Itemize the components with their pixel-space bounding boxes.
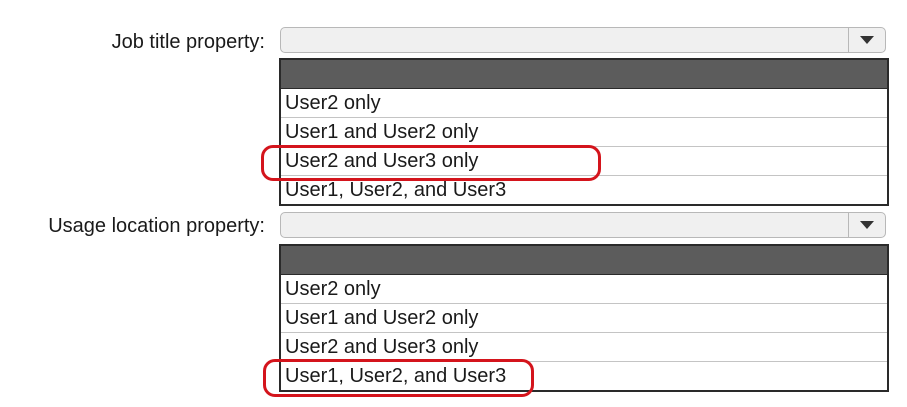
job-title-select[interactable] <box>280 27 886 53</box>
usage-location-select[interactable] <box>280 212 886 238</box>
chevron-down-icon[interactable] <box>848 28 885 52</box>
option-user2-user3-only[interactable]: User2 and User3 only <box>281 147 887 176</box>
usage-location-label: Usage location property: <box>48 215 265 237</box>
option-user1-user2-only[interactable]: User1 and User2 only <box>281 118 887 147</box>
chevron-down-icon[interactable] <box>848 213 885 237</box>
option-user2-user3-only[interactable]: User2 and User3 only <box>281 333 887 362</box>
option-user1-user2-user3[interactable]: User1, User2, and User3 <box>281 362 887 390</box>
job-title-label: Job title property: <box>111 31 265 53</box>
usage-location-options: User2 only User1 and User2 only User2 an… <box>279 244 889 392</box>
option-user2-only[interactable]: User2 only <box>281 89 887 118</box>
job-title-options: User2 only User1 and User2 only User2 an… <box>279 58 889 206</box>
option-user2-only[interactable]: User2 only <box>281 275 887 304</box>
option-user1-user2-only[interactable]: User1 and User2 only <box>281 304 887 333</box>
options-header <box>281 60 887 89</box>
option-user1-user2-user3[interactable]: User1, User2, and User3 <box>281 176 887 204</box>
options-header <box>281 246 887 275</box>
